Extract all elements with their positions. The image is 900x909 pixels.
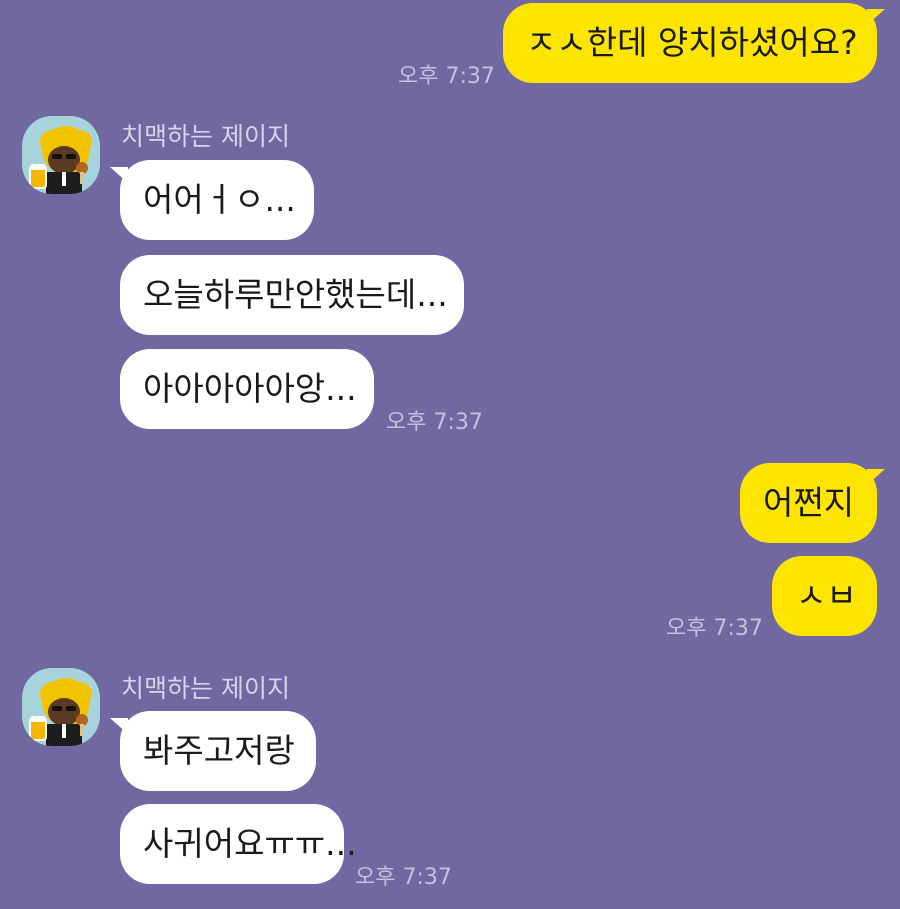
my-message-bubble[interactable]: ㅈㅅ한데 양치하셨어요? (503, 3, 877, 83)
message-text: 오늘하루만안했는데... (143, 275, 448, 314)
jay-g-beer-avatar-icon (29, 678, 92, 746)
their-message-bubble[interactable]: 오늘하루만안했는데... (120, 255, 464, 335)
message-text: 어쩐지 (763, 483, 855, 522)
message-timestamp: 오후 7:37 (386, 410, 483, 435)
jay-g-beer-avatar-icon (29, 126, 92, 194)
message-text: ㅅㅂ (796, 576, 857, 615)
message-timestamp: 오후 7:37 (666, 616, 763, 641)
message-text: 사귀어요ㅠㅠ... (143, 824, 357, 863)
message-text: 아아아아아앙... (143, 369, 357, 408)
message-timestamp: 오후 7:37 (398, 64, 495, 89)
bubble-tail (867, 469, 885, 485)
bubble-tail (867, 9, 885, 25)
my-message-bubble[interactable]: ㅅㅂ (772, 556, 877, 636)
message-timestamp: 오후 7:37 (355, 865, 452, 890)
their-message-bubble[interactable]: 봐주고저랑 (120, 711, 316, 791)
message-text: ㅈㅅ한데 양치하셨어요? (526, 23, 858, 62)
message-text: 봐주고저랑 (143, 731, 295, 770)
sender-name: 치맥하는 제이지 (121, 122, 290, 151)
my-message-bubble[interactable]: 어쩐지 (740, 463, 877, 543)
sender-name: 치맥하는 제이지 (121, 674, 290, 703)
message-text: 어어ㅓㅇ... (143, 180, 296, 219)
profile-avatar[interactable] (22, 668, 100, 746)
their-message-bubble[interactable]: 어어ㅓㅇ... (120, 160, 314, 240)
their-message-bubble[interactable]: 사귀어요ㅠㅠ... (120, 804, 357, 884)
chat-screen: ㅈㅅ한데 양치하셨어요? 오후 7:37 치맥하는 제이지 어어ㅓㅇ... 오늘… (0, 0, 900, 909)
their-message-bubble[interactable]: 아아아아아앙... (120, 349, 374, 429)
profile-avatar[interactable] (22, 116, 100, 194)
